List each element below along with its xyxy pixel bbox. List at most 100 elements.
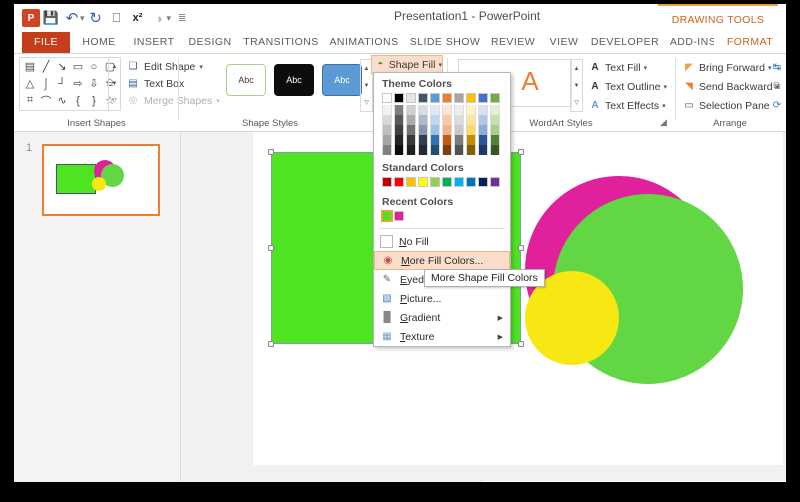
- theme-variant-swatch[interactable]: [430, 115, 440, 125]
- superscript-icon[interactable]: x²: [128, 8, 148, 28]
- selection-handle-w[interactable]: [268, 245, 274, 251]
- theme-variant-swatch[interactable]: [490, 125, 500, 135]
- theme-variant-swatch[interactable]: [394, 145, 404, 155]
- tab-format[interactable]: FORMAT: [714, 32, 786, 53]
- theme-variant-swatch[interactable]: [406, 125, 416, 135]
- theme-variant-swatch[interactable]: [394, 135, 404, 145]
- theme-variant-grid[interactable]: [382, 105, 510, 155]
- theme-variant-swatch[interactable]: [406, 145, 416, 155]
- customize-qat-icon[interactable]: ◑: [149, 8, 169, 28]
- theme-variant-swatch[interactable]: [418, 105, 428, 115]
- theme-variant-swatch[interactable]: [406, 115, 416, 125]
- recent-color-swatch-green[interactable]: [381, 210, 393, 222]
- send-backward-button[interactable]: ◥ Send Backward ▾: [682, 77, 779, 96]
- standard-color-swatch[interactable]: [382, 177, 392, 187]
- shapes-gallery-more-icon[interactable]: ▽: [109, 92, 120, 109]
- text-fill-button[interactable]: A Text Fill ▾: [588, 58, 667, 77]
- wordart-dialog-launcher-icon[interactable]: ◢: [660, 117, 667, 128]
- standard-color-swatch[interactable]: [442, 177, 452, 187]
- standard-color-swatch[interactable]: [406, 177, 416, 187]
- theme-color-swatch[interactable]: [382, 93, 392, 103]
- text-outline-button[interactable]: A Text Outline ▾: [588, 77, 667, 96]
- theme-variant-swatch[interactable]: [382, 125, 392, 135]
- picture-item[interactable]: ▧ Picture...: [374, 289, 510, 308]
- theme-variant-swatch[interactable]: [466, 105, 476, 115]
- standard-color-swatch[interactable]: [490, 177, 500, 187]
- theme-variant-swatch[interactable]: [442, 105, 452, 115]
- slide-surface[interactable]: [253, 132, 783, 465]
- standard-color-swatch[interactable]: [478, 177, 488, 187]
- shape-arc-icon[interactable]: ∿: [54, 93, 70, 109]
- theme-variant-swatch[interactable]: [418, 145, 428, 155]
- shape-down-arrow-icon[interactable]: ⇩: [86, 76, 102, 92]
- shapes-scroll-down-icon[interactable]: ▼: [109, 75, 120, 92]
- shapes-gallery-scroll[interactable]: ▲ ▼ ▽: [108, 58, 120, 110]
- shape-arrow-icon[interactable]: ↘: [54, 59, 70, 75]
- theme-variant-swatch[interactable]: [382, 105, 392, 115]
- theme-variant-swatch[interactable]: [418, 115, 428, 125]
- theme-variant-swatch[interactable]: [382, 115, 392, 125]
- save-icon[interactable]: 💾: [41, 8, 61, 28]
- theme-color-swatch[interactable]: [430, 93, 440, 103]
- shape-triangle-icon[interactable]: △: [22, 76, 38, 92]
- theme-variant-swatch[interactable]: [394, 125, 404, 135]
- theme-variant-swatch[interactable]: [466, 135, 476, 145]
- theme-variant-swatch[interactable]: [466, 115, 476, 125]
- theme-variant-swatch[interactable]: [478, 125, 488, 135]
- theme-color-swatch[interactable]: [394, 93, 404, 103]
- shape-scribble-icon[interactable]: ⌗: [22, 93, 38, 109]
- undo-icon[interactable]: ↶: [62, 8, 82, 28]
- selection-handle-sw[interactable]: [268, 341, 274, 347]
- tab-review[interactable]: REVIEW: [486, 32, 540, 53]
- shape-elbow-icon[interactable]: ⌡: [38, 76, 54, 92]
- no-fill-item[interactable]: No Fill: [374, 232, 510, 251]
- theme-color-swatch[interactable]: [466, 93, 476, 103]
- theme-variant-swatch[interactable]: [490, 105, 500, 115]
- theme-variant-swatch[interactable]: [418, 125, 428, 135]
- shape-style-preset-blue[interactable]: Abc: [322, 64, 362, 96]
- tab-home[interactable]: HOME: [74, 32, 124, 53]
- shapes-gallery[interactable]: ▤ ╱ ↘ ▭ ○ ▢ △ ⌡ ┘ ⇨ ⇩ ⎒ ⌗ ⌒ ∿ {} ☆ ▲ ▼ …: [19, 57, 121, 111]
- shape-style-preset-light[interactable]: Abc: [226, 64, 266, 96]
- gradient-item[interactable]: █ Gradient ▶: [374, 308, 510, 327]
- standard-color-swatch[interactable]: [466, 177, 476, 187]
- shape-style-preset-dark[interactable]: Abc: [274, 64, 314, 96]
- shape-line-icon[interactable]: ╱: [38, 59, 54, 75]
- standard-color-swatch[interactable]: [418, 177, 428, 187]
- bring-forward-button[interactable]: ◤ Bring Forward ▾: [682, 58, 779, 77]
- selection-handle-nw[interactable]: [268, 149, 274, 155]
- theme-variant-swatch[interactable]: [478, 145, 488, 155]
- theme-variant-swatch[interactable]: [430, 125, 440, 135]
- theme-variant-swatch[interactable]: [466, 125, 476, 135]
- theme-variant-swatch[interactable]: [442, 115, 452, 125]
- more-commands-icon[interactable]: ≣: [172, 8, 192, 28]
- theme-variant-swatch[interactable]: [382, 145, 392, 155]
- shape-oval-icon[interactable]: ○: [86, 59, 102, 75]
- theme-variant-swatch[interactable]: [490, 135, 500, 145]
- selection-pane-button[interactable]: ▭ Selection Pane: [682, 96, 779, 115]
- wordart-gallery-more-icon[interactable]: ▽: [571, 94, 582, 111]
- theme-color-swatch[interactable]: [478, 93, 488, 103]
- tab-developer[interactable]: DEVELOPER: [588, 32, 662, 53]
- shape-right-arrow-icon[interactable]: ⇨: [70, 76, 86, 92]
- theme-variant-swatch[interactable]: [454, 145, 464, 155]
- theme-variant-swatch[interactable]: [382, 135, 392, 145]
- rotate-button[interactable]: ⟳: [770, 96, 784, 115]
- shape-right-brace-icon[interactable]: }: [86, 93, 102, 109]
- redo-icon[interactable]: ↻: [86, 8, 106, 28]
- tab-file[interactable]: FILE: [22, 32, 70, 53]
- theme-variant-swatch[interactable]: [430, 105, 440, 115]
- theme-variant-swatch[interactable]: [442, 145, 452, 155]
- theme-variant-swatch[interactable]: [406, 105, 416, 115]
- texture-item[interactable]: ▦ Texture ▶: [374, 327, 510, 346]
- shape-rectangle-icon[interactable]: ▭: [70, 59, 86, 75]
- selection-handle-se[interactable]: [518, 341, 524, 347]
- standard-color-swatch[interactable]: [394, 177, 404, 187]
- theme-variant-swatch[interactable]: [394, 115, 404, 125]
- theme-variant-swatch[interactable]: [466, 145, 476, 155]
- start-presentation-icon[interactable]: ⎕: [107, 8, 127, 28]
- theme-variant-swatch[interactable]: [454, 135, 464, 145]
- theme-variant-swatch[interactable]: [478, 115, 488, 125]
- wordart-preset-orange[interactable]: A: [521, 66, 538, 96]
- recent-color-swatch-magenta[interactable]: [394, 211, 404, 221]
